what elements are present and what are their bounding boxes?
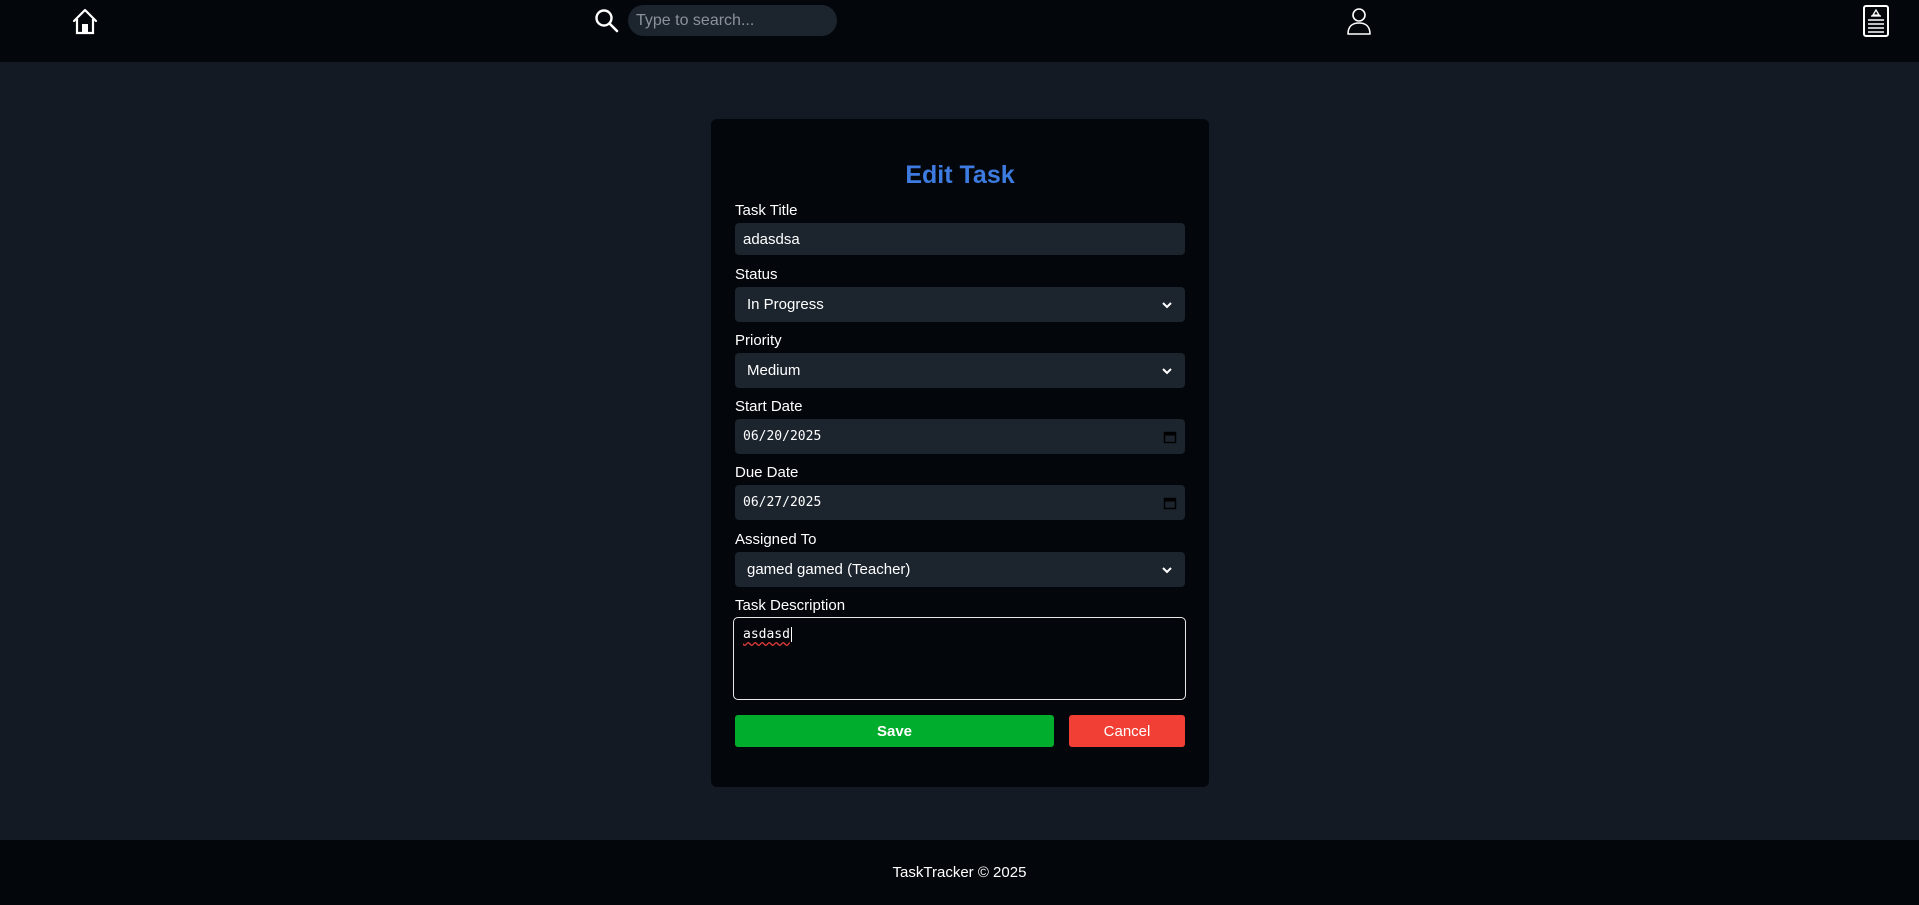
task-title-value: adasdsa [743, 230, 800, 248]
due-date-input[interactable]: 06/27/2025 [735, 485, 1185, 520]
status-value: In Progress [747, 296, 824, 313]
page-title: Edit Task [905, 161, 1015, 189]
search-input[interactable] [628, 5, 837, 36]
tasks-icon[interactable] [1861, 4, 1891, 38]
save-button[interactable]: Save [735, 715, 1054, 747]
chevron-down-icon [1162, 367, 1172, 374]
calendar-icon[interactable] [1163, 430, 1177, 444]
home-icon[interactable] [70, 6, 100, 36]
search-icon[interactable] [594, 8, 620, 34]
priority-label: Priority [735, 332, 782, 349]
chevron-down-icon [1162, 301, 1172, 308]
task-title-input[interactable]: adasdsa [735, 223, 1185, 255]
task-description-label: Task Description [735, 597, 846, 614]
edit-task-card: Edit Task Task Title adasdsa Status In P… [711, 119, 1209, 787]
footer-copyright: TaskTracker © 2025 [892, 864, 1027, 881]
assigned-to-label: Assigned To [735, 531, 817, 548]
task-description-textarea[interactable]: asdasd [733, 617, 1186, 700]
calendar-icon[interactable] [1163, 496, 1177, 510]
assigned-to-value: gamed gamed (Teacher) [747, 561, 911, 578]
task-description-value: asdasd [743, 627, 790, 642]
status-label: Status [735, 266, 778, 283]
chevron-down-icon [1162, 566, 1172, 573]
status-select[interactable]: In Progress [735, 287, 1185, 322]
user-icon[interactable] [1344, 6, 1374, 36]
task-title-label: Task Title [735, 202, 798, 219]
start-date-input[interactable]: 06/20/2025 [735, 419, 1185, 454]
cancel-button[interactable]: Cancel [1069, 715, 1185, 747]
text-caret [790, 627, 792, 642]
assigned-to-select[interactable]: gamed gamed (Teacher) [735, 552, 1185, 587]
priority-select[interactable]: Medium [735, 353, 1185, 388]
top-navbar [0, 0, 1919, 62]
due-date-label: Due Date [735, 464, 799, 481]
start-date-label: Start Date [735, 398, 803, 415]
start-date-value: 06/20/2025 [743, 429, 822, 444]
priority-value: Medium [747, 362, 801, 379]
due-date-value: 06/27/2025 [743, 495, 822, 510]
footer: TaskTracker © 2025 [0, 840, 1919, 905]
